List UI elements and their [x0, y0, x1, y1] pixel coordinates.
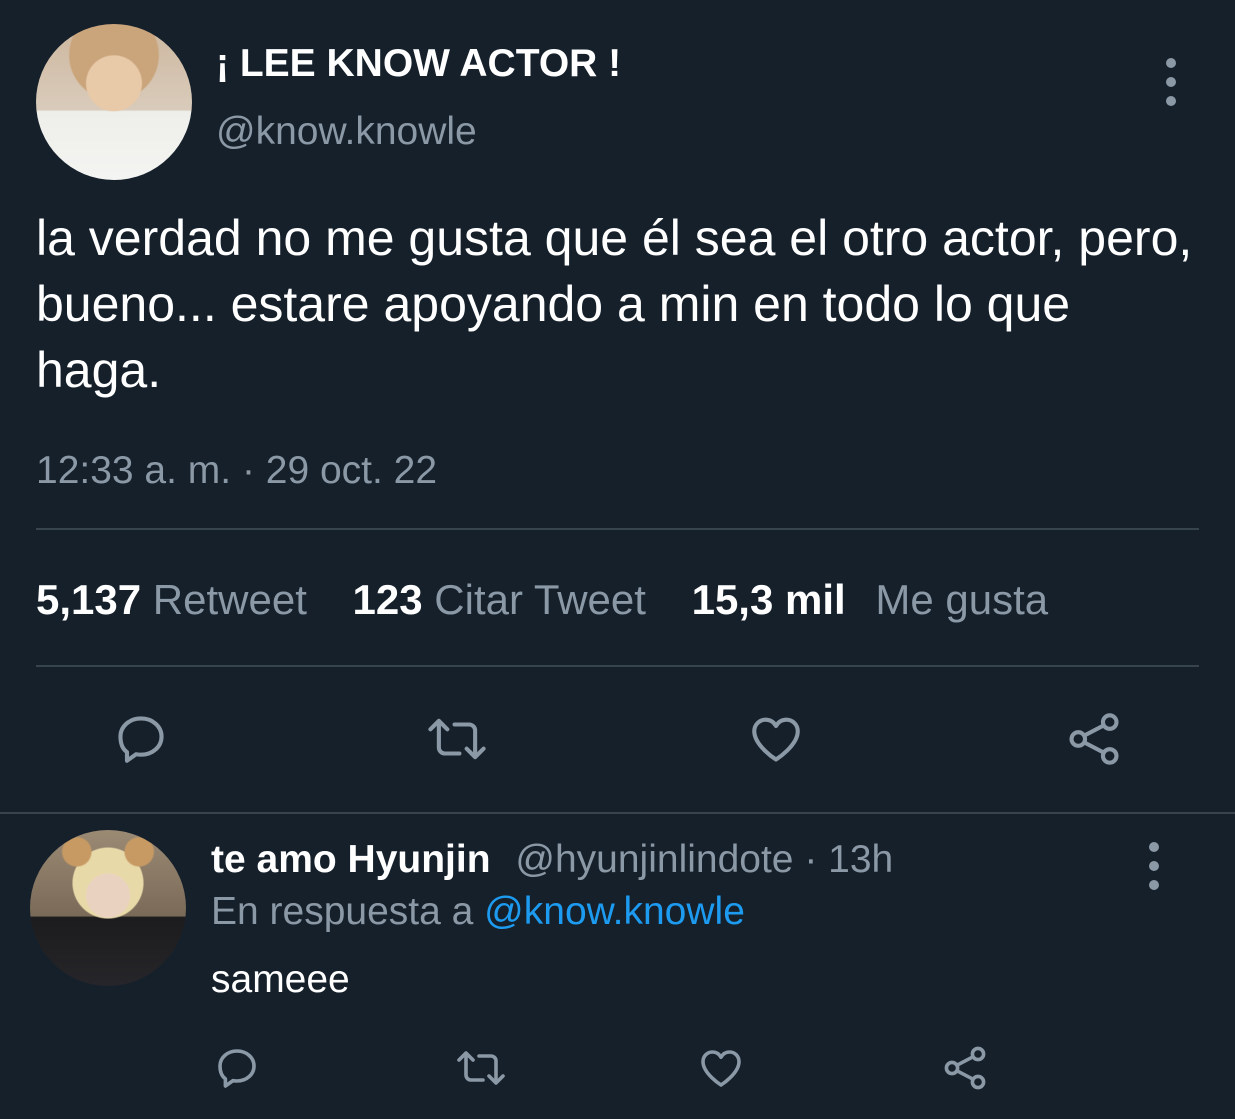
- reply-separator: ·: [793, 838, 829, 881]
- reply-share-icon[interactable]: [940, 1044, 990, 1092]
- quotes-label: Citar Tweet: [434, 576, 646, 623]
- reply-to-prefix: En respuesta a: [211, 890, 485, 933]
- divider: [0, 812, 1235, 814]
- reply-text: sameee: [211, 958, 350, 1001]
- reply-like-icon[interactable]: [696, 1044, 746, 1092]
- share-icon[interactable]: [1064, 710, 1124, 768]
- reply-display-name[interactable]: te amo Hyunjin: [211, 838, 491, 881]
- reply-retweet-icon[interactable]: [454, 1044, 508, 1092]
- reply-time[interactable]: 13h: [828, 838, 893, 881]
- reply-author-avatar[interactable]: [30, 830, 186, 986]
- retweets-count: 5,137: [36, 576, 142, 623]
- retweets-label: Retweet: [152, 576, 307, 623]
- likes-label: Me gusta: [875, 576, 1049, 623]
- reply-to-mention[interactable]: @know.knowle: [484, 890, 745, 933]
- tweet-stats: 5,137 Retweet 123 Citar Tweet 15,3 mil M…: [36, 576, 1048, 624]
- retweets-stat[interactable]: 5,137 Retweet: [36, 576, 307, 624]
- reply-icon[interactable]: [112, 710, 170, 768]
- quotes-count: 123: [352, 576, 423, 623]
- likes-stat[interactable]: 15,3 mil Me gusta: [692, 576, 1049, 624]
- author-display-name[interactable]: ¡ LEE KNOW ACTOR !: [216, 42, 621, 86]
- like-icon[interactable]: [746, 710, 806, 768]
- author-avatar[interactable]: [36, 24, 192, 180]
- author-handle[interactable]: @know.knowle: [216, 110, 477, 154]
- reply-handle[interactable]: @hyunjinlindote: [515, 838, 793, 881]
- reply-more-options-icon[interactable]: [1147, 842, 1161, 899]
- tweet-timestamp[interactable]: 12:33 a. m. · 29 oct. 22: [36, 449, 437, 493]
- retweet-icon[interactable]: [425, 710, 489, 768]
- reply-to-line: En respuesta a @know.knowle: [211, 890, 745, 934]
- likes-count: 15,3 mil: [691, 576, 846, 623]
- quotes-stat[interactable]: 123 Citar Tweet: [353, 576, 646, 624]
- reply-reply-icon[interactable]: [213, 1044, 261, 1092]
- more-options-icon[interactable]: [1164, 58, 1178, 115]
- divider: [36, 528, 1199, 530]
- divider: [36, 665, 1199, 667]
- tweet-text: la verdad no me gusta que él sea el otro…: [36, 210, 1193, 398]
- reply-header: te amo Hyunjin @hyunjinlindote · 13h: [211, 838, 893, 882]
